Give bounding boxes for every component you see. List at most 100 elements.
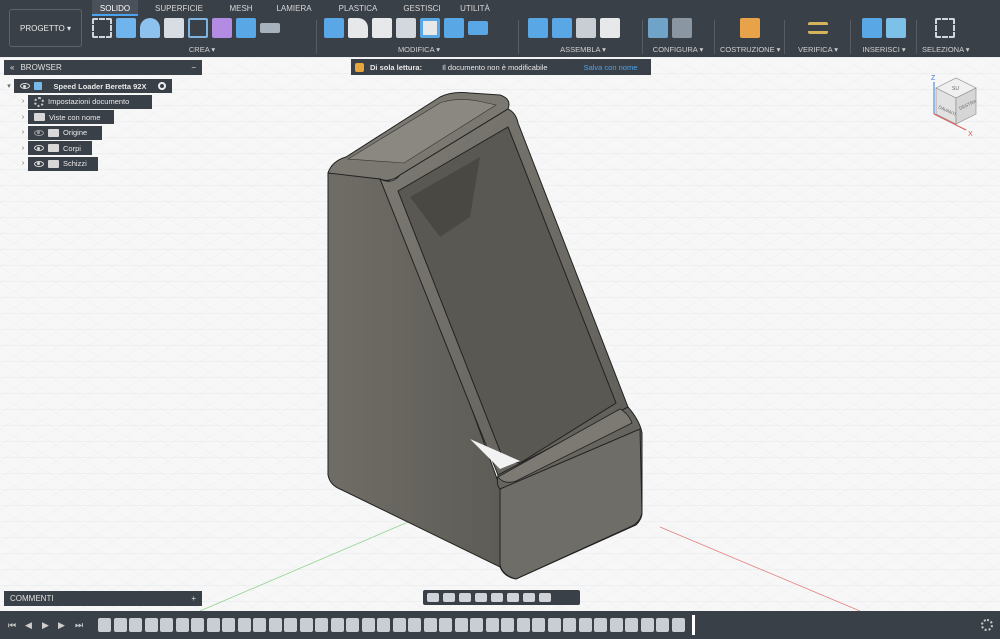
- sketch-icon[interactable]: [92, 18, 112, 38]
- timeline-feature[interactable]: [346, 618, 359, 632]
- timeline-feature[interactable]: [129, 618, 142, 632]
- group-label-costruzione[interactable]: COSTRUZIONE ▾: [720, 45, 780, 54]
- radio-icon[interactable]: [158, 82, 166, 90]
- timeline-feature[interactable]: [454, 618, 468, 632]
- tree-item-sketches[interactable]: › Schizzi: [18, 156, 202, 171]
- minimize-icon[interactable]: −: [191, 63, 196, 72]
- timeline-feature[interactable]: [315, 618, 328, 632]
- form-icon[interactable]: [212, 18, 232, 38]
- timeline-feature[interactable]: [423, 618, 437, 632]
- timeline-feature[interactable]: [563, 618, 576, 632]
- timeline-last-icon[interactable]: ⏭: [75, 620, 83, 631]
- save-as-link[interactable]: Salva con nome: [584, 63, 638, 72]
- timeline-feature[interactable]: [361, 618, 375, 632]
- project-button[interactable]: PROGETTO ▾: [9, 9, 82, 47]
- tab-plastica[interactable]: PLASTICA: [336, 0, 380, 16]
- table-icon[interactable]: [672, 18, 692, 38]
- group-label-modifica[interactable]: MODIFICA ▾: [324, 45, 514, 54]
- timeline-feature[interactable]: [594, 618, 607, 632]
- chevron-right-icon[interactable]: ›: [18, 114, 28, 121]
- configure-icon[interactable]: [648, 18, 668, 38]
- timeline-feature[interactable]: [609, 618, 623, 632]
- chevron-right-icon[interactable]: ›: [18, 98, 28, 105]
- timeline-feature[interactable]: [206, 618, 220, 632]
- timeline-feature[interactable]: [330, 618, 344, 632]
- pan-icon[interactable]: [459, 593, 471, 602]
- group-label-crea[interactable]: CREA ▾: [92, 45, 312, 54]
- pattern-icon[interactable]: [188, 18, 208, 38]
- group-label-configura[interactable]: CONFIGURA ▾: [648, 45, 708, 54]
- revolve-icon[interactable]: [140, 18, 160, 38]
- eye-icon[interactable]: [34, 145, 44, 151]
- fillet-icon[interactable]: [348, 18, 368, 38]
- orbit-icon[interactable]: [427, 593, 439, 602]
- timeline-feature[interactable]: [671, 618, 685, 632]
- timeline-feature[interactable]: [656, 618, 669, 632]
- timeline-feature[interactable]: [237, 618, 251, 632]
- look-at-icon[interactable]: [443, 593, 455, 602]
- tree-item-origin[interactable]: › Origine: [18, 125, 202, 140]
- group-label-seleziona[interactable]: SELEZIONA ▾: [922, 45, 970, 54]
- timeline-feature[interactable]: [377, 618, 390, 632]
- group-label-inserisci[interactable]: INSERISCI ▾: [856, 45, 912, 54]
- eye-icon[interactable]: [20, 83, 30, 89]
- tree-item-named-views[interactable]: › Viste con nome: [18, 110, 202, 124]
- display-settings-icon[interactable]: [507, 593, 519, 602]
- collapse-icon[interactable]: «: [10, 63, 14, 72]
- tree-root[interactable]: ▾ Speed Loader Beretta 92X: [4, 79, 202, 93]
- timeline-play-icon[interactable]: ▶: [42, 620, 49, 631]
- joint-icon[interactable]: [552, 18, 572, 38]
- timeline-feature[interactable]: [222, 618, 235, 632]
- tab-gestisci[interactable]: GESTISCI: [400, 0, 444, 16]
- tab-solido[interactable]: SOLIDO: [92, 0, 138, 16]
- chevron-down-icon[interactable]: ▾: [4, 82, 14, 90]
- timeline-feature[interactable]: [501, 618, 514, 632]
- tab-mesh[interactable]: MESH: [224, 0, 258, 16]
- plane-icon[interactable]: [260, 23, 280, 33]
- tree-item-bodies[interactable]: › Corpi: [18, 141, 202, 155]
- combine-icon[interactable]: [444, 18, 464, 38]
- chevron-right-icon[interactable]: ›: [18, 145, 28, 152]
- eye-icon[interactable]: [34, 160, 44, 167]
- view-cube[interactable]: Z X SU DAVANTI DESTRA: [918, 70, 988, 140]
- add-comment-icon[interactable]: +: [191, 594, 196, 603]
- tab-superficie[interactable]: SUPERFICIE: [150, 0, 208, 16]
- chevron-right-icon[interactable]: ›: [18, 129, 28, 136]
- image-icon[interactable]: [886, 18, 906, 38]
- timeline-feature[interactable]: [144, 618, 158, 632]
- timeline-feature[interactable]: [439, 618, 452, 632]
- eye-hidden-icon[interactable]: [34, 129, 44, 136]
- timeline-feature[interactable]: [299, 618, 313, 632]
- timeline-next-icon[interactable]: ▶: [58, 620, 65, 631]
- timeline-feature[interactable]: [532, 618, 545, 632]
- new-component-icon[interactable]: [528, 18, 548, 38]
- gear-icon[interactable]: [981, 619, 993, 631]
- timeline-feature[interactable]: [408, 618, 421, 632]
- timeline-feature[interactable]: [98, 618, 111, 632]
- timeline-feature[interactable]: [625, 618, 638, 632]
- timeline-feature[interactable]: [175, 618, 189, 632]
- zoom-icon[interactable]: [475, 593, 487, 602]
- timeline-feature[interactable]: [547, 618, 561, 632]
- draft-icon[interactable]: [420, 18, 440, 38]
- timeline-feature[interactable]: [640, 618, 654, 632]
- timeline-prev-icon[interactable]: ◀: [25, 620, 32, 631]
- select-icon[interactable]: [935, 18, 955, 38]
- timeline-feature[interactable]: [485, 618, 499, 632]
- tab-lamiera[interactable]: LAMIERA: [272, 0, 316, 16]
- timeline-feature[interactable]: [578, 618, 592, 632]
- press-pull-icon[interactable]: [324, 18, 344, 38]
- timeline-feature[interactable]: [160, 618, 173, 632]
- tab-utilita[interactable]: UTILITÀ: [458, 0, 492, 16]
- shell-icon[interactable]: [396, 18, 416, 38]
- comments-panel[interactable]: COMMENTI +: [4, 591, 202, 606]
- as-built-joint-icon[interactable]: [576, 18, 596, 38]
- construction-plane-icon[interactable]: [740, 18, 760, 38]
- timeline-feature[interactable]: [284, 618, 297, 632]
- viewports-icon[interactable]: [539, 593, 551, 602]
- fit-icon[interactable]: [491, 593, 503, 602]
- chamfer-icon[interactable]: [372, 18, 392, 38]
- timeline-feature[interactable]: [268, 618, 282, 632]
- hole-icon[interactable]: [164, 18, 184, 38]
- box-icon[interactable]: [236, 18, 256, 38]
